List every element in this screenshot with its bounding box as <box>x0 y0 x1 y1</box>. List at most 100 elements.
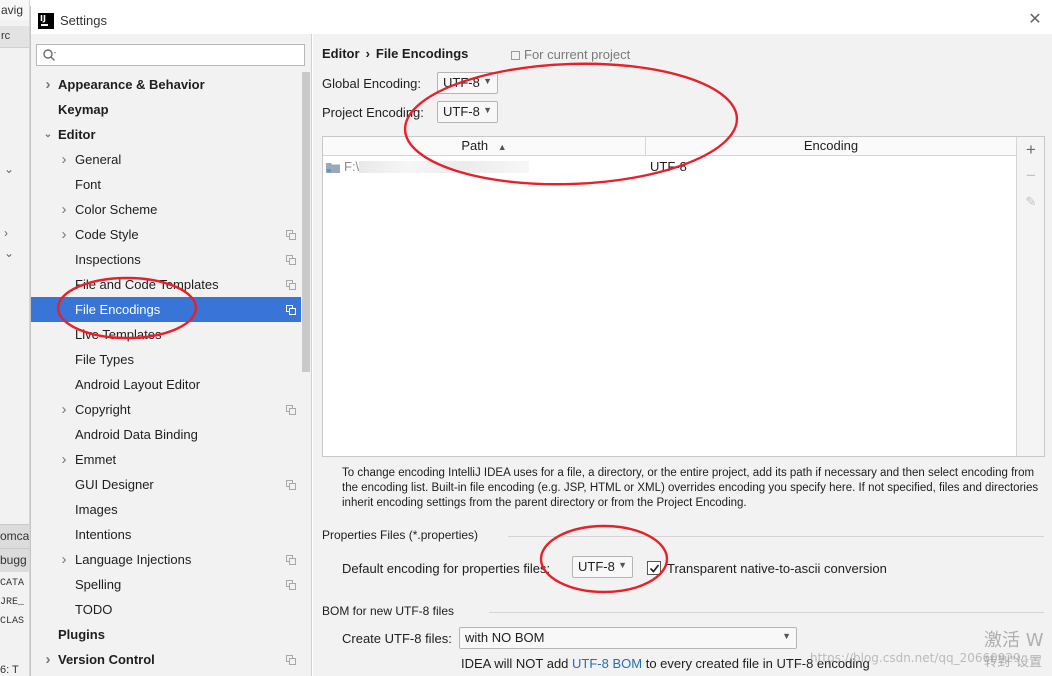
for-current-project-label: For current project <box>524 47 631 62</box>
chevron-right-icon[interactable]: › <box>59 447 69 472</box>
project-level-icon <box>286 580 296 590</box>
sidebar-item-label: Android Layout Editor <box>75 377 201 392</box>
os-activation-watermark: 激活 W <box>984 630 1044 651</box>
sidebar-item-gui-designer[interactable]: GUI Designer <box>31 472 301 497</box>
redacted-path <box>359 161 529 173</box>
background-status-text: 6: T <box>0 664 19 676</box>
sidebar-item-language-injections[interactable]: › Language Injections <box>31 547 301 572</box>
sidebar-item-label: Images <box>75 502 118 517</box>
sidebar-item-label: File Encodings <box>75 302 161 317</box>
global-encoding-select[interactable]: UTF-8 ▼ <box>437 72 498 94</box>
project-scope-icon <box>511 51 520 60</box>
sidebar-item-label: Spelling <box>75 577 122 592</box>
close-icon[interactable]: ✕ <box>1027 12 1043 28</box>
sort-ascending-icon: ▲ <box>497 142 507 152</box>
transparent-conversion-checkbox[interactable] <box>647 561 661 575</box>
settings-search-input[interactable] <box>36 44 305 66</box>
sidebar-item-android-data-binding[interactable]: Android Data Binding <box>31 422 301 447</box>
dialog-titlebar: IJ Settings ✕ <box>31 6 1052 34</box>
sidebar-item-todo[interactable]: TODO <box>31 597 301 622</box>
sidebar-item-plugins[interactable]: Plugins <box>31 622 301 647</box>
breadcrumb-parent: Editor <box>322 46 360 61</box>
breadcrumb-current: File Encodings <box>375 46 469 61</box>
sidebar-item-color-scheme[interactable]: › Color Scheme <box>31 197 301 222</box>
sidebar-item-label: GUI Designer <box>75 477 154 492</box>
table-toolbar: + − ✎ <box>1016 137 1044 456</box>
encoding-cell: UTF-8 <box>650 159 687 174</box>
create-utf8-label: Create UTF-8 files: <box>342 631 452 646</box>
sidebar-item-emmet[interactable]: › Emmet <box>31 447 301 472</box>
sidebar-item-appearance-behavior[interactable]: › Appearance & Behavior <box>31 72 301 97</box>
sidebar-item-label: Color Scheme <box>75 202 158 217</box>
sidebar-item-code-style[interactable]: › Code Style <box>31 222 301 247</box>
add-icon[interactable]: + <box>1022 141 1040 159</box>
sidebar-item-label: Live Templates <box>75 327 162 342</box>
background-log-line: CLAS <box>0 616 25 627</box>
edit-icon[interactable]: ✎ <box>1022 193 1040 211</box>
chevron-right-icon[interactable]: › <box>59 222 69 247</box>
path-cell: F:\ <box>344 159 360 174</box>
sidebar-item-label: Android Data Binding <box>75 427 198 442</box>
sidebar-item-label: General <box>75 152 122 167</box>
settings-sidebar: › Appearance & Behavior Keymap ⌄ Editor › Gene… <box>31 34 312 676</box>
sidebar-item-live-templates[interactable]: Live Templates <box>31 322 301 347</box>
create-utf8-value: with NO BOM <box>465 630 545 645</box>
section-divider <box>508 536 1044 537</box>
background-tab-debugger: bugg <box>0 548 29 572</box>
sidebar-item-label: TODO <box>75 602 113 617</box>
column-header-path[interactable]: Path ▲ <box>323 137 646 156</box>
sidebar-item-spelling[interactable]: Spelling <box>31 572 301 597</box>
sidebar-item-images[interactable]: Images <box>31 497 301 522</box>
blog-url-watermark: https://blog.csdn.net/qq_20660929 <box>810 651 1021 665</box>
project-encoding-select[interactable]: UTF-8 ▼ <box>437 101 498 123</box>
encoding-help-text: To change encoding IntelliJ IDEA uses fo… <box>342 467 1039 509</box>
sidebar-item-font[interactable]: Font <box>31 172 301 197</box>
bom-section-title: BOM for new UTF-8 files <box>322 604 455 618</box>
background-chevron-icon: ⌄ <box>4 246 15 260</box>
chevron-right-icon[interactable]: › <box>59 397 69 422</box>
sidebar-item-label: Inspections <box>75 252 141 267</box>
chevron-right-icon[interactable]: › <box>59 197 69 222</box>
chevron-right-icon[interactable]: › <box>59 147 69 172</box>
section-divider <box>489 612 1044 613</box>
sidebar-item-copyright[interactable]: › Copyright <box>31 397 301 422</box>
sidebar-item-label: Code Style <box>75 227 139 242</box>
sidebar-item-keymap[interactable]: Keymap <box>31 97 301 122</box>
default-properties-encoding-select[interactable]: UTF-8 ▼ <box>572 556 633 578</box>
sidebar-item-editor[interactable]: ⌄ Editor <box>31 122 301 147</box>
project-level-icon <box>286 555 296 565</box>
sidebar-item-version-control[interactable]: › Version Control <box>31 647 301 672</box>
sidebar-item-label: Keymap <box>58 102 109 117</box>
column-header-encoding[interactable]: Encoding <box>646 137 1016 156</box>
chevron-down-icon: ▼ <box>483 76 492 86</box>
background-chevron-icon: ⌄ <box>4 162 15 176</box>
chevron-down-icon[interactable]: ⌄ <box>43 122 53 147</box>
sidebar-item-intentions[interactable]: Intentions <box>31 522 301 547</box>
sidebar-item-inspections[interactable]: Inspections <box>31 247 301 272</box>
sidebar-item-label: Version Control <box>58 652 155 667</box>
sidebar-item-file-types[interactable]: File Types <box>31 347 301 372</box>
transparent-conversion-label[interactable]: Transparent native-to-ascii conversion <box>667 561 887 576</box>
sidebar-item-general[interactable]: › General <box>31 147 301 172</box>
table-row[interactable]: F:\ UTF-8 <box>323 157 1016 177</box>
chevron-right-icon[interactable]: › <box>59 547 69 572</box>
remove-icon[interactable]: − <box>1022 167 1040 185</box>
sidebar-item-android-layout-editor[interactable]: Android Layout Editor <box>31 372 301 397</box>
utf8-bom-link[interactable]: UTF-8 BOM <box>572 656 642 671</box>
global-encoding-label: Global Encoding: <box>322 76 422 91</box>
sidebar-item-label: Editor <box>58 127 96 142</box>
chevron-right-icon[interactable]: › <box>43 72 53 97</box>
chevron-right-icon[interactable]: › <box>43 647 53 672</box>
sidebar-item-label: File Types <box>75 352 135 367</box>
sidebar-item-file-and-code-templates[interactable]: File and Code Templates <box>31 272 301 297</box>
default-properties-encoding-label: Default encoding for properties files: <box>342 561 551 576</box>
project-encoding-label: Project Encoding: <box>322 105 424 120</box>
scrollbar-thumb[interactable] <box>302 72 310 372</box>
chevron-down-icon: ▼ <box>618 560 627 570</box>
sidebar-item-file-encodings[interactable]: File Encodings <box>31 297 301 322</box>
properties-section-title: Properties Files (*.properties) <box>322 528 479 542</box>
project-level-icon <box>286 480 296 490</box>
create-utf8-select[interactable]: with NO BOM ▼ <box>459 627 797 649</box>
sidebar-scrollbar[interactable] <box>301 72 311 676</box>
for-current-project-note: For current project <box>511 47 630 62</box>
